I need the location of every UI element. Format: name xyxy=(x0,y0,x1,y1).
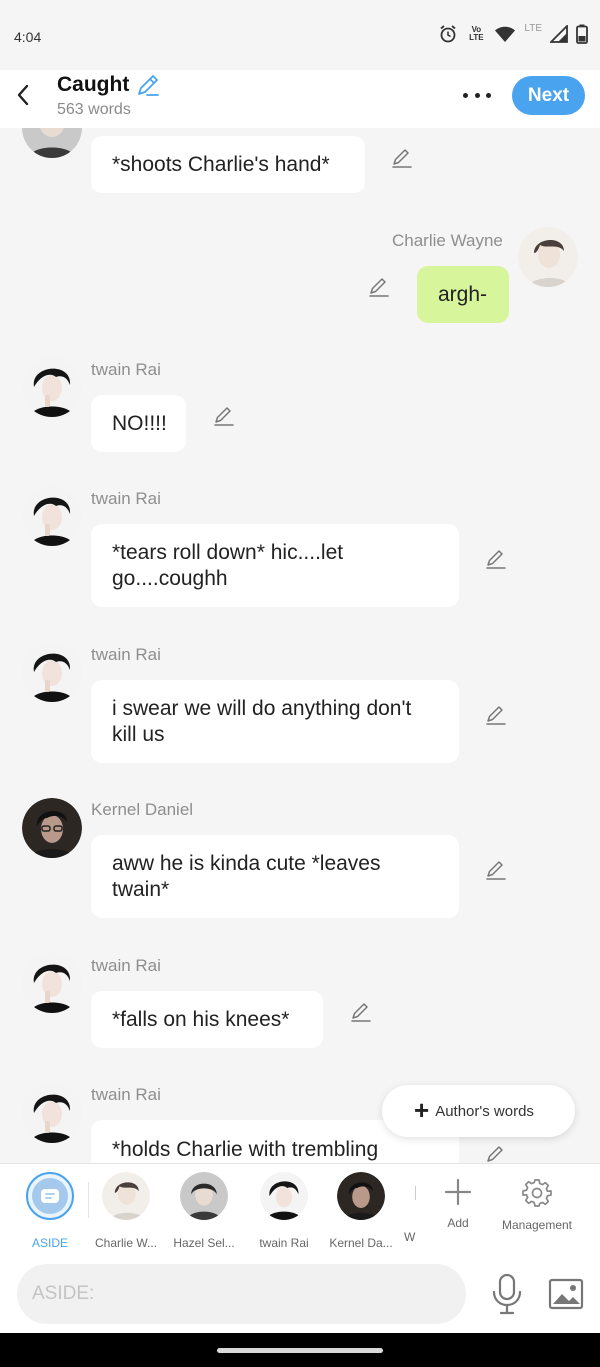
character-hazel[interactable]: Hazel Sel... xyxy=(166,1172,242,1250)
image-icon[interactable] xyxy=(548,1276,584,1312)
app-header: Caught 563 words Next xyxy=(0,70,600,128)
microphone-icon[interactable] xyxy=(490,1273,524,1315)
avatar-kernel[interactable] xyxy=(22,798,82,858)
chevron-left-icon xyxy=(17,84,29,106)
avatar xyxy=(180,1172,228,1220)
add-character-button[interactable]: Add xyxy=(436,1178,480,1230)
edit-message-icon[interactable] xyxy=(485,704,507,726)
next-button[interactable]: Next xyxy=(512,76,585,115)
message-bubble[interactable]: *tears roll down* hic....let go....cough… xyxy=(91,524,459,607)
system-nav-bar xyxy=(0,1333,600,1367)
character-charlie[interactable]: Charlie W... xyxy=(88,1172,164,1250)
chat-area[interactable]: *shoots Charlie's hand* Charlie Wayne ar… xyxy=(0,128,600,1163)
character-kernel[interactable]: Kernel Da... xyxy=(323,1172,399,1250)
aside-avatar xyxy=(26,1172,74,1220)
character-label: ASIDE xyxy=(31,1236,68,1250)
status-icons: Vo LTE LTE xyxy=(438,22,588,44)
status-time: 4:04 xyxy=(14,29,42,45)
sender-name: twain Rai xyxy=(91,489,161,508)
sender-name: Kernel Daniel xyxy=(91,800,194,819)
avatar-twain[interactable] xyxy=(22,486,82,546)
sender-name: twain Rai xyxy=(91,956,161,975)
avatar xyxy=(102,1172,150,1220)
avatar xyxy=(337,1172,385,1220)
plus-icon: + xyxy=(414,1095,430,1125)
authors-words-label: Author's words xyxy=(435,1102,534,1120)
narration-icon xyxy=(41,1189,59,1203)
avatar-charlie[interactable] xyxy=(518,227,578,287)
character-label: twain Rai xyxy=(259,1236,309,1250)
volte-icon: Vo LTE xyxy=(469,25,484,42)
edit-message-icon[interactable] xyxy=(391,147,413,169)
lte-label: LTE xyxy=(524,22,542,34)
add-label: Add xyxy=(447,1216,469,1230)
alarm-icon xyxy=(440,25,456,43)
message-bubble[interactable]: i swear we will do anything don't kill u… xyxy=(91,680,459,763)
sender-name: twain Rai xyxy=(91,1085,161,1104)
signal-icon xyxy=(550,25,568,43)
character-aside[interactable]: ASIDE xyxy=(12,1172,88,1250)
home-handle[interactable] xyxy=(217,1348,383,1353)
management-button[interactable]: Management xyxy=(494,1178,580,1232)
word-count: 563 words xyxy=(57,101,131,118)
message-bubble[interactable]: NO!!!! xyxy=(91,395,186,452)
gear-icon xyxy=(522,1179,552,1207)
avatar-hazel[interactable] xyxy=(22,128,82,158)
more-options-button[interactable] xyxy=(461,80,493,110)
wifi-icon xyxy=(495,26,516,42)
edit-title-icon[interactable] xyxy=(135,72,161,98)
story-title: Caught xyxy=(57,73,130,96)
character-twain[interactable]: twain Rai xyxy=(246,1172,322,1250)
message-bubble[interactable]: aww he is kinda cute *leaves twain* xyxy=(91,835,459,918)
edit-message-icon[interactable] xyxy=(213,405,235,427)
edit-message-icon[interactable] xyxy=(350,1001,372,1023)
authors-words-button[interactable]: + Author's words xyxy=(382,1085,575,1137)
message-bubble[interactable]: *falls on his knees* xyxy=(91,991,323,1048)
edit-message-icon[interactable] xyxy=(485,548,507,570)
sender-name: twain Rai xyxy=(91,360,161,379)
battery-icon xyxy=(576,24,588,44)
avatar xyxy=(260,1172,308,1220)
title-block: Caught 563 words xyxy=(57,72,161,119)
edit-message-icon[interactable] xyxy=(485,859,507,881)
sender-name: twain Rai xyxy=(91,645,161,664)
character-label: Hazel Sel... xyxy=(173,1236,235,1250)
character-label: Kernel Da... xyxy=(329,1236,393,1250)
message-input[interactable] xyxy=(17,1264,466,1324)
avatar-twain[interactable] xyxy=(22,357,82,417)
management-label: Management xyxy=(501,1218,573,1232)
scroll-indicator xyxy=(415,1186,416,1200)
status-bar: 4:04 Vo LTE LTE xyxy=(0,0,600,70)
plus-icon xyxy=(444,1178,472,1206)
character-bar: ASIDE Charlie W... Hazel Sel... twain Ra… xyxy=(0,1163,600,1253)
sender-name: Charlie Wayne xyxy=(392,231,503,250)
avatar-twain[interactable] xyxy=(22,642,82,702)
edit-message-icon[interactable] xyxy=(368,276,390,298)
character-label-partial[interactable]: W xyxy=(404,1230,415,1244)
avatar-twain[interactable] xyxy=(22,953,82,1013)
avatar-twain[interactable] xyxy=(22,1083,82,1143)
message-bubble[interactable]: argh- xyxy=(417,266,509,323)
input-bar xyxy=(0,1253,600,1333)
character-label: Charlie W... xyxy=(94,1236,157,1250)
edit-message-icon[interactable] xyxy=(485,1144,507,1163)
back-button[interactable] xyxy=(10,80,36,110)
message-bubble[interactable]: *shoots Charlie's hand* xyxy=(91,136,365,193)
